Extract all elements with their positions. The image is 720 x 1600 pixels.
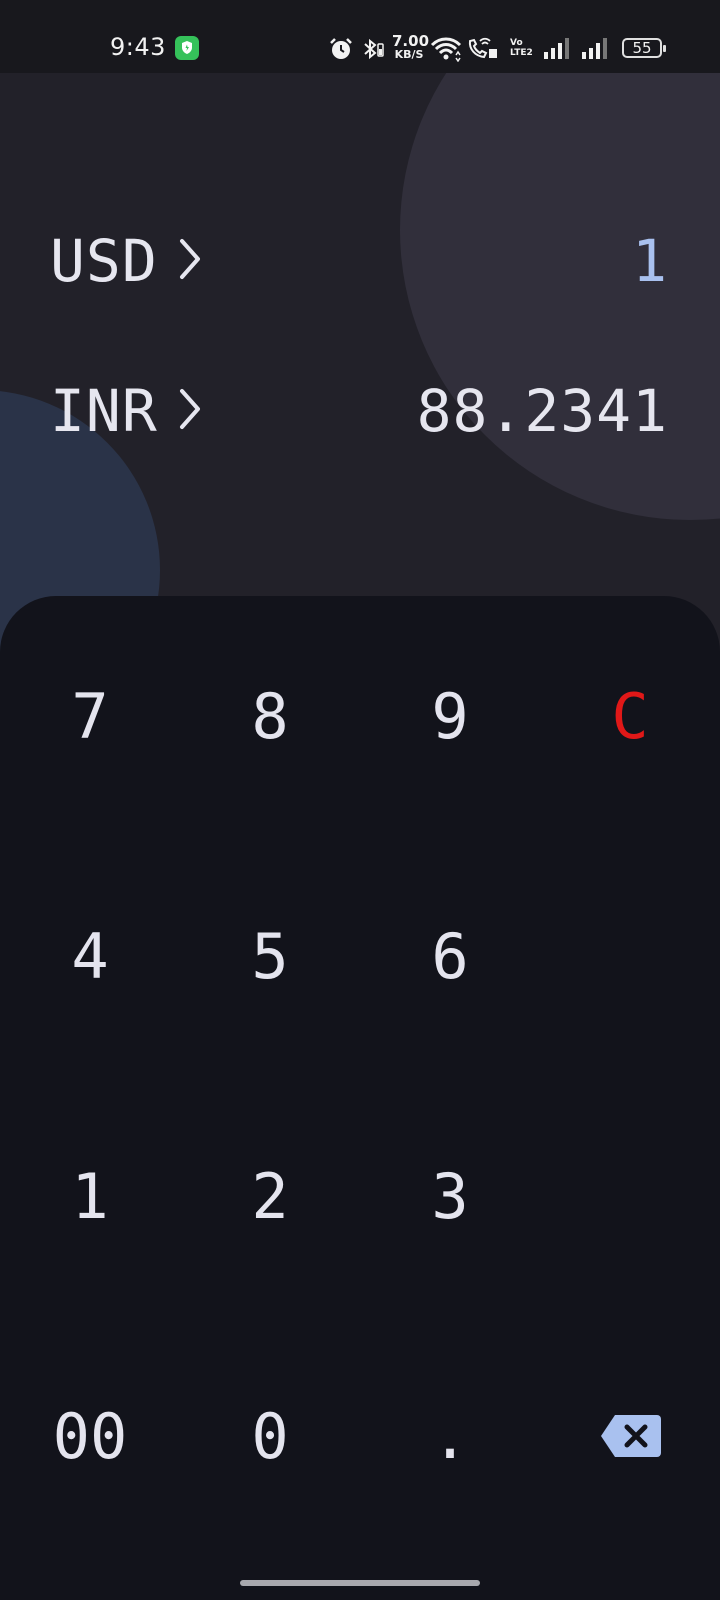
key-00[interactable]: 00	[0, 1376, 180, 1496]
volte-top: Vo	[510, 38, 523, 48]
converter-screen: 9:43 7.00 KB/S Vo LTE2 55 USD 1 INR 88.2…	[0, 0, 720, 1600]
net-speed-unit: KB/S	[394, 48, 424, 61]
key-7[interactable]: 7	[0, 656, 180, 776]
status-time: 9:43	[110, 33, 166, 61]
to-currency-code[interactable]: INR	[50, 377, 158, 445]
key-6[interactable]: 6	[360, 896, 540, 1016]
key-decimal[interactable]: .	[360, 1376, 540, 1496]
to-currency-row[interactable]: INR 88.2341	[0, 365, 720, 455]
key-9[interactable]: 9	[360, 656, 540, 776]
chevron-right-icon[interactable]	[176, 387, 204, 431]
backspace-button[interactable]	[540, 1376, 720, 1496]
to-amount: 88.2341	[416, 377, 668, 445]
clear-button[interactable]: C	[540, 656, 720, 776]
bluetooth-icon	[364, 38, 384, 60]
status-bar: 9:43 7.00 KB/S Vo LTE2 55	[0, 0, 720, 73]
signal-icon	[582, 38, 607, 59]
from-currency-row[interactable]: USD 1	[0, 215, 720, 305]
key-4[interactable]: 4	[0, 896, 180, 1016]
shield-icon	[175, 36, 199, 60]
volte-indicator: Vo LTE2	[510, 38, 536, 58]
key-0[interactable]: 0	[180, 1376, 360, 1496]
from-currency-code[interactable]: USD	[50, 227, 158, 295]
network-speed: 7.00 KB/S	[392, 32, 430, 61]
battery-icon: 55	[622, 38, 666, 58]
key-3[interactable]: 3	[360, 1136, 540, 1256]
chevron-right-icon[interactable]	[176, 237, 204, 281]
key-2[interactable]: 2	[180, 1136, 360, 1256]
wifi-icon	[430, 37, 462, 62]
from-amount[interactable]: 1	[632, 227, 668, 295]
keypad: 7 8 9 C 4 5 6 1 2 3 00 0 .	[0, 596, 720, 1600]
net-speed-value: 7.00	[392, 32, 430, 50]
key-8[interactable]: 8	[180, 656, 360, 776]
home-indicator[interactable]	[240, 1580, 480, 1586]
key-1[interactable]: 1	[0, 1136, 180, 1256]
key-5[interactable]: 5	[180, 896, 360, 1016]
alarm-icon	[330, 38, 352, 59]
backspace-icon	[601, 1415, 661, 1457]
wifi-calling-icon	[468, 37, 497, 59]
signal-icon	[544, 38, 569, 59]
volte-bottom: LTE2	[510, 48, 533, 58]
